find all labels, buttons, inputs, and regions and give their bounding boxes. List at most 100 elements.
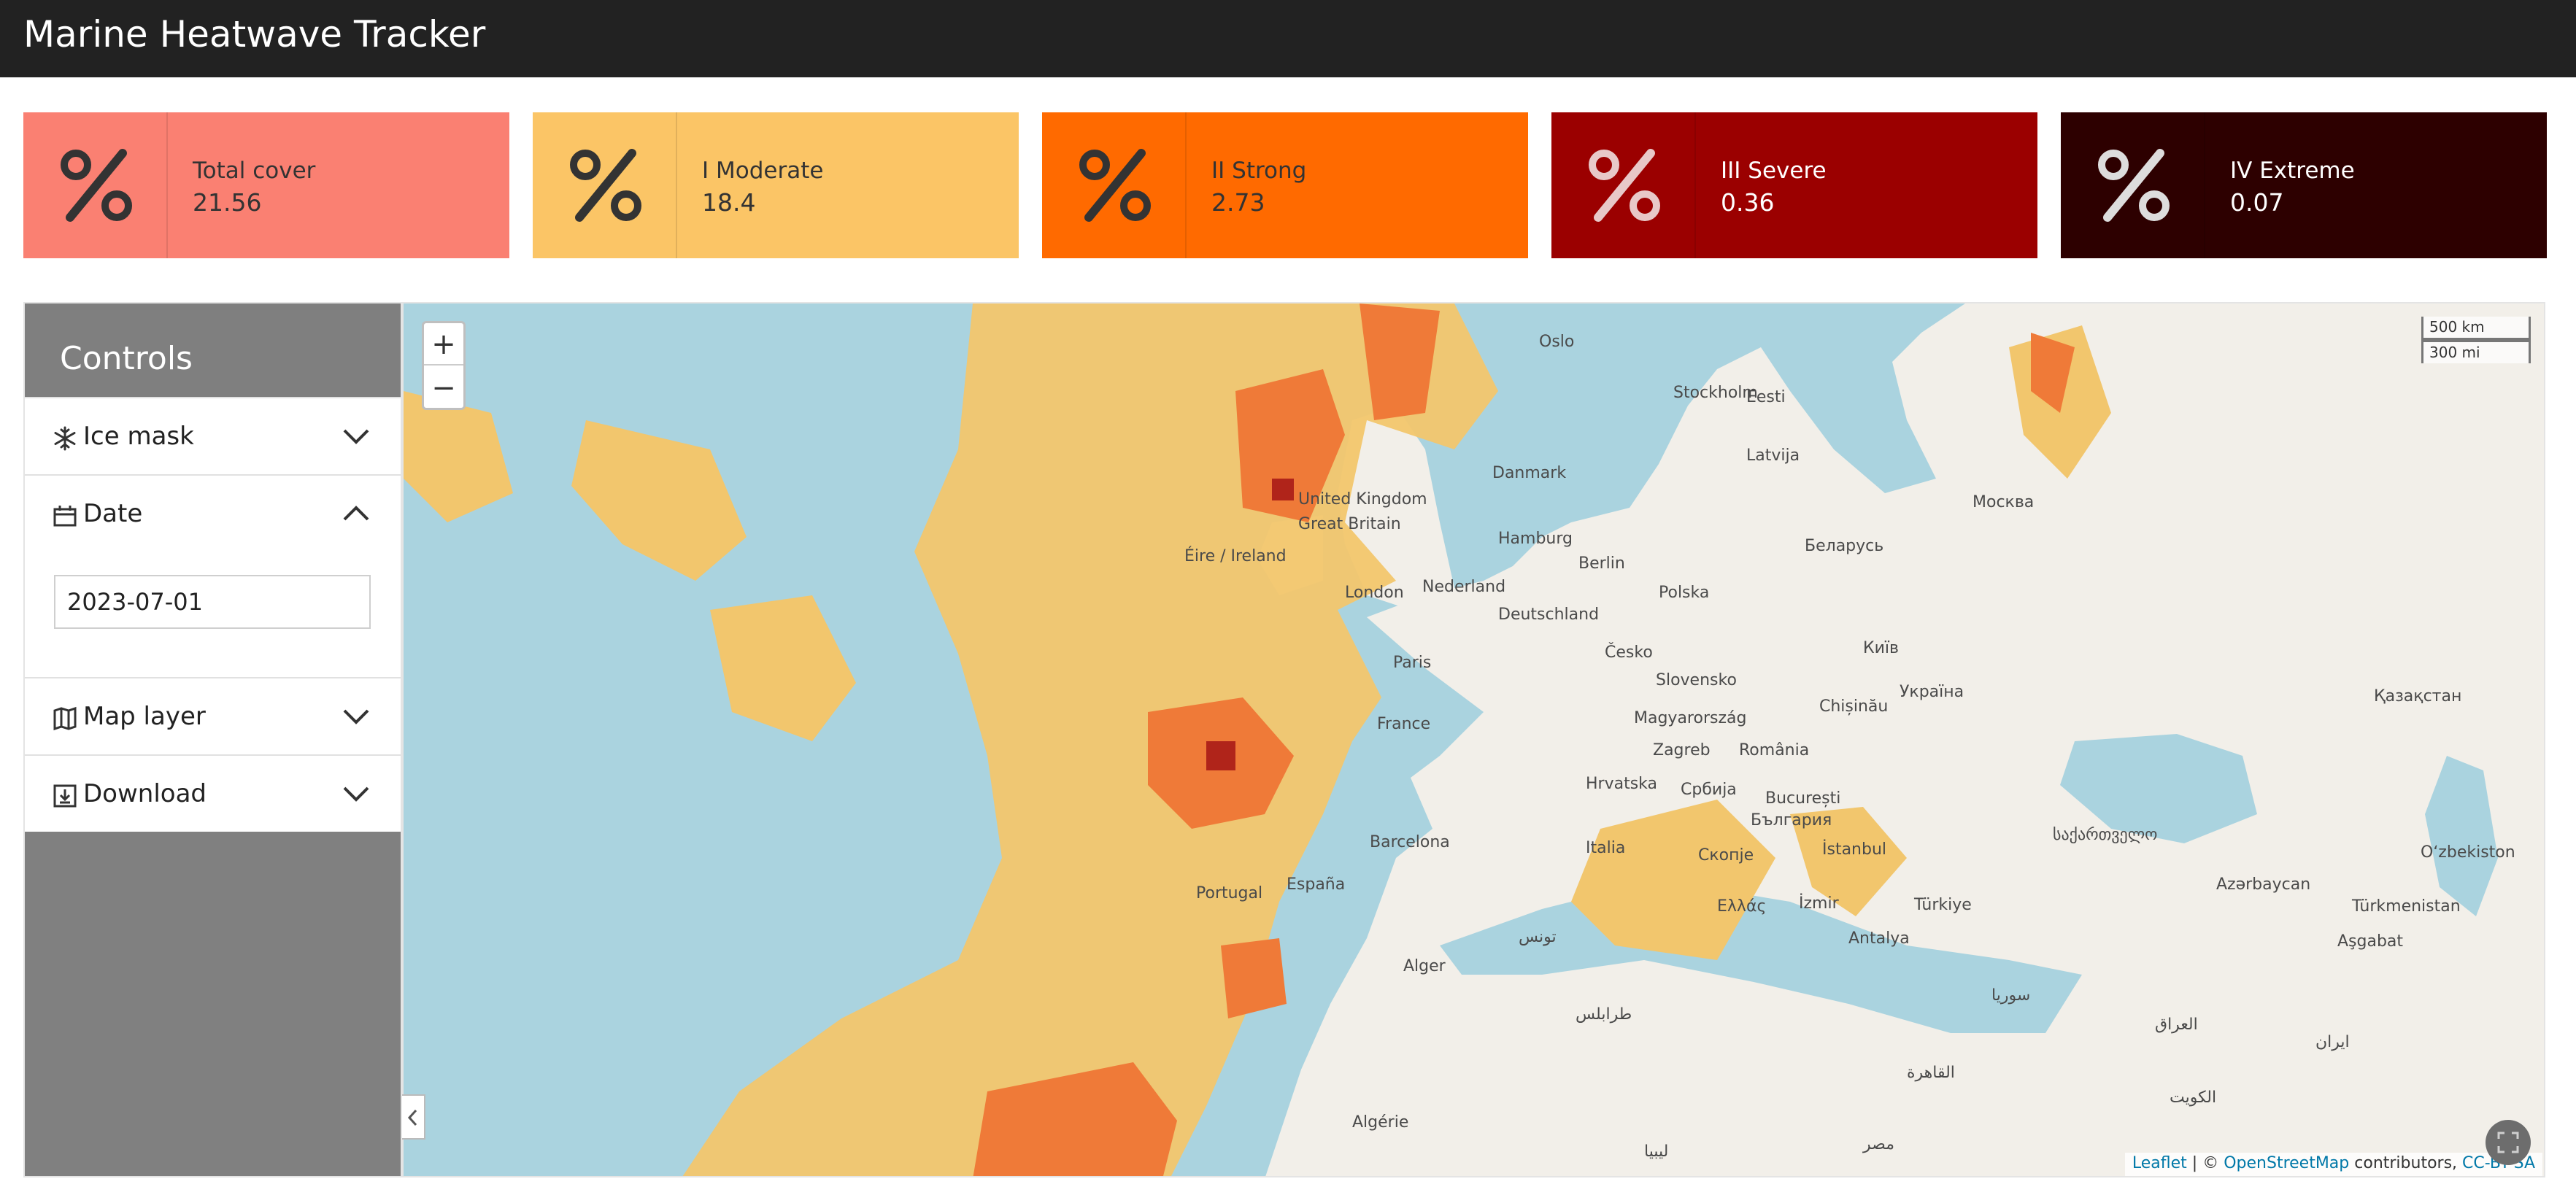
zoom-in-button[interactable]: + bbox=[424, 323, 463, 366]
fullscreen-icon bbox=[2497, 1132, 2519, 1153]
map-label: Україна bbox=[1900, 683, 1964, 701]
chevron-down-icon bbox=[343, 786, 369, 802]
map-label: Ελλάς bbox=[1717, 897, 1767, 916]
chevron-up-icon bbox=[343, 506, 369, 521]
percent-icon bbox=[1042, 112, 1187, 258]
map-label: Éire / Ireland bbox=[1184, 547, 1287, 565]
map-label: Great Britain bbox=[1298, 515, 1401, 533]
scale-km: 500 km bbox=[2421, 317, 2531, 340]
percent-glyph bbox=[2098, 149, 2170, 222]
stat-label: Total cover bbox=[193, 158, 316, 184]
percent-glyph bbox=[1079, 149, 1151, 222]
app-header: Marine Heatwave Tracker bbox=[0, 0, 2576, 77]
map-label: España bbox=[1287, 875, 1346, 894]
accordion-date: Date bbox=[25, 474, 401, 677]
map-label: İzmir bbox=[1799, 894, 1839, 913]
map-label: العراق bbox=[2155, 1016, 2198, 1034]
map-label: ایران bbox=[2315, 1033, 2350, 1051]
osm-link[interactable]: OpenStreetMap bbox=[2224, 1154, 2349, 1172]
map-label: Қазақстан bbox=[2374, 687, 2462, 705]
ice-mask-header[interactable]: Ice mask bbox=[25, 398, 401, 474]
date-label: Date bbox=[83, 499, 143, 528]
accordion-map-layer: Map layer bbox=[25, 677, 401, 754]
map-label: France bbox=[1377, 715, 1431, 733]
map-label: Antalya bbox=[1848, 929, 1910, 948]
chevron-down-icon bbox=[343, 429, 369, 444]
stat-value: 2.73 bbox=[1211, 188, 1265, 217]
map-label: Alger bbox=[1403, 957, 1446, 975]
heatwave-moderate-area bbox=[571, 420, 747, 581]
percent-icon bbox=[1551, 112, 1696, 258]
map-label: Portugal bbox=[1196, 884, 1263, 902]
map-label: طرابلس bbox=[1576, 1005, 1632, 1024]
map-label: საქართველო bbox=[2053, 826, 2158, 844]
map-label: Oʻzbekiston bbox=[2421, 843, 2515, 862]
map-label: Italia bbox=[1586, 839, 1626, 857]
ice-mask-label: Ice mask bbox=[83, 422, 194, 451]
map-label: Česko bbox=[1605, 643, 1653, 662]
map-label: Azərbaycan bbox=[2216, 875, 2311, 894]
heatwave-moderate-area bbox=[710, 595, 856, 741]
map-label: Беларусь bbox=[1805, 537, 1884, 555]
map-label: London bbox=[1345, 584, 1404, 602]
date-input[interactable] bbox=[54, 575, 371, 629]
percent-icon bbox=[533, 112, 677, 258]
map-label: Türkmenistan bbox=[2352, 897, 2461, 916]
stat-value: 0.36 bbox=[1721, 188, 1775, 217]
scale-mi: 300 mi bbox=[2421, 340, 2531, 363]
map-label: Скопје bbox=[1698, 846, 1754, 865]
map-label: القاهرة bbox=[1907, 1064, 1955, 1082]
heatwave-moderate-area bbox=[404, 391, 513, 522]
map-label: Eesti bbox=[1746, 388, 1786, 406]
stat-value: 18.4 bbox=[702, 188, 756, 217]
chevron-down-icon bbox=[343, 709, 369, 724]
map-label: Slovensko bbox=[1656, 671, 1737, 689]
heatwave-severe-area bbox=[1272, 479, 1294, 500]
controls-title: Controls bbox=[25, 303, 401, 397]
map-label: Hrvatska bbox=[1586, 775, 1658, 793]
map-attribution: Leaflet | © OpenStreetMap contributors, … bbox=[2124, 1153, 2542, 1176]
map-label: Barcelona bbox=[1370, 833, 1450, 851]
collapse-panel-button[interactable] bbox=[402, 1094, 425, 1140]
percent-glyph bbox=[61, 149, 132, 222]
map-label: Nederland bbox=[1422, 578, 1506, 596]
attribution-contrib: contributors, bbox=[2349, 1154, 2463, 1172]
map-label: България bbox=[1751, 811, 1832, 829]
map-label: Latvija bbox=[1746, 446, 1800, 465]
stat-card-total-cover: Total cover 21.56 bbox=[23, 112, 509, 258]
heatwave-severe-area bbox=[1206, 741, 1235, 770]
stat-label: I Moderate bbox=[702, 158, 824, 184]
heatwave-map[interactable]: Oslo Stockholm Eesti Latvija Danmark Мос… bbox=[402, 302, 2545, 1177]
map-label: الكويت bbox=[2170, 1088, 2217, 1107]
map-icon bbox=[53, 706, 77, 731]
map-label: Київ bbox=[1863, 639, 1899, 657]
map-label: Aşgabat bbox=[2337, 932, 2404, 951]
map-label: مصر bbox=[1863, 1135, 1895, 1153]
map-tiles[interactable] bbox=[404, 303, 2545, 1177]
zoom-out-button[interactable]: − bbox=[424, 367, 463, 409]
download-header[interactable]: Download bbox=[25, 756, 401, 832]
date-header[interactable]: Date bbox=[25, 476, 401, 552]
download-icon bbox=[53, 784, 77, 808]
download-label: Download bbox=[83, 779, 207, 808]
map-label: Magyarország bbox=[1634, 709, 1747, 727]
stat-card-extreme: IV Extreme 0.07 bbox=[2061, 112, 2547, 258]
stat-card-strong: II Strong 2.73 bbox=[1042, 112, 1528, 258]
stat-card-moderate: I Moderate 18.4 bbox=[533, 112, 1019, 258]
stat-cards: Total cover 21.56 I Moderate 18.4 II Str… bbox=[23, 112, 2547, 258]
map-label: Deutschland bbox=[1498, 606, 1600, 624]
percent-glyph bbox=[1589, 149, 1660, 222]
map-label: Stockholm bbox=[1673, 384, 1758, 402]
map-layer-header[interactable]: Map layer bbox=[25, 678, 401, 754]
map-label: ليبيا bbox=[1644, 1142, 1669, 1161]
map-label: Србија bbox=[1681, 781, 1737, 799]
percent-icon bbox=[23, 112, 168, 258]
leaflet-link[interactable]: Leaflet bbox=[2132, 1154, 2187, 1172]
fullscreen-button[interactable] bbox=[2486, 1120, 2531, 1165]
map-scale: 500 km 300 mi bbox=[2421, 317, 2531, 363]
percent-icon bbox=[2061, 112, 2205, 258]
map-label: București bbox=[1765, 789, 1841, 808]
map-label: Chișinău bbox=[1819, 697, 1889, 716]
map-label: Danmark bbox=[1492, 464, 1567, 482]
controls-panel: Controls Ice mask Date 2023-07-01 Map la… bbox=[23, 302, 402, 1177]
